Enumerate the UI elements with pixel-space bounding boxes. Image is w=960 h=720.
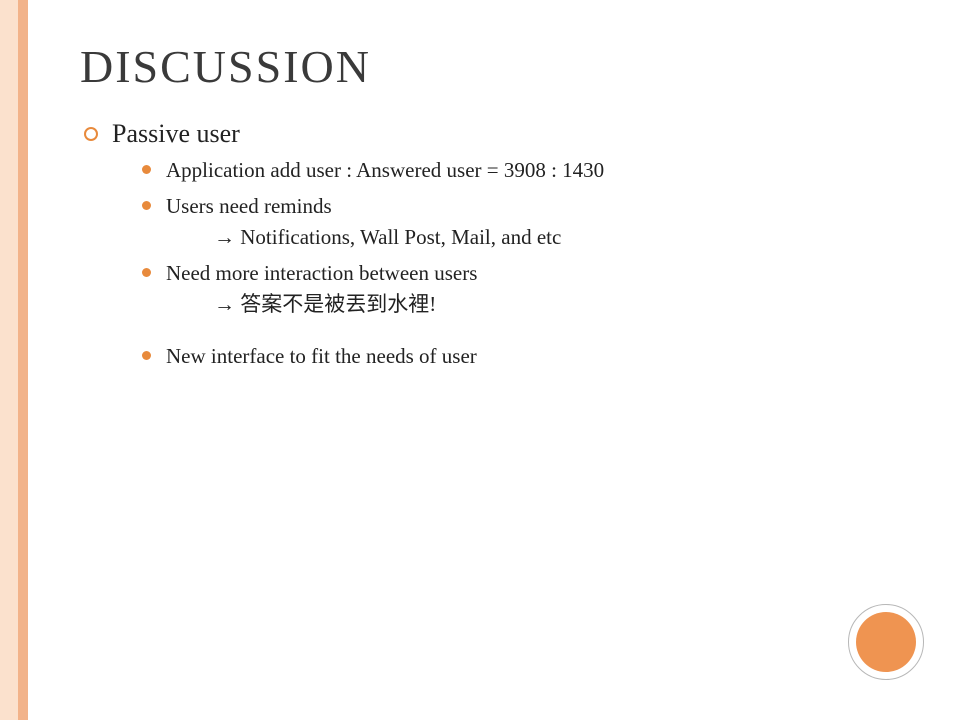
spacer bbox=[142, 325, 920, 335]
item-subtext: → 答案不是被丟到水裡! bbox=[166, 289, 920, 319]
list-item: Need more interaction between users → 答案… bbox=[142, 258, 920, 319]
dot-bullet-icon bbox=[142, 201, 151, 210]
list-item: New interface to fit the needs of user bbox=[142, 341, 920, 371]
dot-bullet-icon bbox=[142, 268, 151, 277]
slide-content: DISCUSSION Passive user Application add … bbox=[80, 40, 920, 380]
item-subtext: → Notifications, Wall Post, Mail, and et… bbox=[166, 222, 920, 252]
level1-item: Passive user Application add user : Answ… bbox=[84, 119, 920, 372]
left-stripe-outer bbox=[0, 0, 18, 720]
dot-bullet-icon bbox=[142, 351, 151, 360]
list-item: Users need reminds → Notifications, Wall… bbox=[142, 191, 920, 252]
circle-bullet-icon bbox=[84, 127, 98, 141]
item-text: New interface to fit the needs of user bbox=[166, 344, 477, 368]
item-text: Need more interaction between users bbox=[166, 261, 477, 285]
item-text: Users need reminds bbox=[166, 194, 332, 218]
dot-bullet-icon bbox=[142, 165, 151, 174]
level1-list: Passive user Application add user : Answ… bbox=[80, 119, 920, 372]
slide-title: DISCUSSION bbox=[80, 40, 920, 93]
left-stripe-inner bbox=[18, 0, 28, 720]
list-item: Application add user : Answered user = 3… bbox=[142, 155, 920, 185]
level1-heading: Passive user bbox=[112, 119, 240, 148]
item-text: Application add user : Answered user = 3… bbox=[166, 158, 604, 182]
decorative-circle-icon bbox=[856, 612, 916, 672]
level2-list: Application add user : Answered user = 3… bbox=[112, 155, 920, 372]
